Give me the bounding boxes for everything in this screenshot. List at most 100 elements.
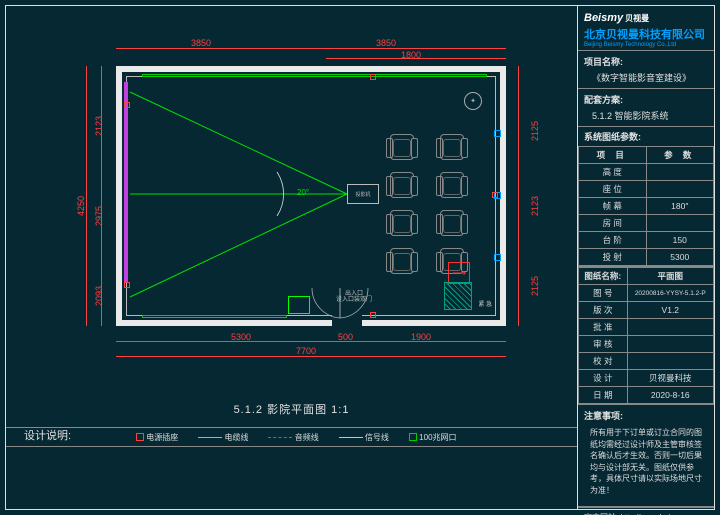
param-k: 高 度 [579, 164, 647, 181]
sheet-cell: 图纸名称:平面图 图 号20200816-YYSY-5.1.2-P 版 次V1.… [578, 267, 714, 405]
sheet-v: 20200816-YYSY-5.1.2-P [627, 285, 713, 302]
scheme-value: 5.1.2 智能影院系统 [584, 109, 708, 122]
param-v: 5300 [646, 249, 714, 266]
company-name-cn: 北京贝视曼科技有限公司 [584, 26, 708, 42]
notes-body: 所有用于下订单或订立合同的图纸均需经过设计师及主管审核签名确认后才生效。否则一切… [584, 422, 708, 502]
exit-sign-icon: ⟶ [448, 262, 470, 284]
notes-label: 注意事项: [584, 409, 708, 422]
params-table: 项 目参 数 高 度 座 位 帧 幕180″ 房 间 台 阶150 投 射530… [578, 146, 714, 266]
sheet-v [627, 336, 713, 353]
title-block: Beismy贝视曼 北京贝视曼科技有限公司 Beijing Beismy Tec… [577, 6, 714, 509]
outlet [124, 102, 130, 108]
sheet-v: 贝视曼科技 [627, 370, 713, 387]
outlet [370, 312, 376, 318]
sheet-k: 设 计 [579, 370, 628, 387]
param-k: 房 间 [579, 215, 647, 232]
legend-row: 电源插座 电缆线 音频线 信号线 100兆网口 [6, 427, 577, 447]
drawing-title: 5.1.2 影院平面图 1:1 [6, 401, 577, 417]
dim-top-b: 3850 [376, 38, 396, 48]
dim-bot-b: 500 [338, 332, 353, 342]
legend-signal: 信号线 [339, 432, 389, 443]
sheet-k: 批 准 [579, 319, 628, 336]
wall-clock-icon: ✦ [464, 92, 482, 110]
seat [440, 134, 464, 160]
seat [390, 248, 414, 274]
param-v: 180″ [646, 198, 714, 215]
projection-screen [124, 82, 128, 282]
logo-brand: Beismy [584, 12, 623, 24]
param-v: 150 [646, 232, 714, 249]
dim-right-b: 2123 [530, 196, 540, 216]
param-k: 帧 幕 [579, 198, 647, 215]
scheme-cell: 配套方案: 5.1.2 智能影院系统 [578, 89, 714, 127]
project-cell: 项目名称: 《数字智能影音室建设》 [578, 51, 714, 89]
logo-brand-cn: 贝视曼 [625, 14, 649, 23]
legend-audio: 音频线 [268, 432, 318, 443]
dim-left-a: 2123 [94, 116, 104, 136]
param-v [646, 164, 714, 181]
param-v [646, 215, 714, 232]
sheet-k: 日 期 [579, 387, 628, 404]
sheet-table: 图纸名称:平面图 图 号20200816-YYSY-5.1.2-P 版 次V1.… [578, 267, 714, 404]
sheet-v: 2020-8-16 [627, 387, 713, 404]
params-head-item: 项 目 [579, 147, 647, 164]
dim-bot-c: 1900 [411, 332, 431, 342]
drawing-area: 3850 3850 1800 4250 2123 2975 2093 2125 … [6, 6, 577, 509]
dim-line-right [518, 66, 519, 326]
project-value: 《数字智能影音室建设》 [584, 71, 708, 84]
params-label: 系统图纸参数: [578, 130, 714, 146]
param-k: 台 阶 [579, 232, 647, 249]
sheet-name-value: 平面图 [627, 268, 713, 285]
seat [440, 172, 464, 198]
notes-cell: 注意事项: 所有用于下订单或订立合同的图纸均需经过设计师及主管审核签名确认后才生… [578, 405, 714, 507]
hatch-label: 紧 急 [478, 299, 492, 308]
speaker-right-1 [494, 130, 501, 137]
dim-right-c: 2125 [530, 276, 540, 296]
beam-angle: 20° [297, 188, 309, 197]
rail-top [142, 74, 487, 77]
param-k: 投 射 [579, 249, 647, 266]
logo: Beismy贝视曼 [584, 12, 708, 24]
params-head-val: 参 数 [646, 147, 714, 164]
company-name-en: Beijing Beismy Technology Co.,Ltd [584, 42, 708, 48]
sheet-k: 审 核 [579, 336, 628, 353]
footer: 官方网站: http://www.beismy.com [578, 507, 714, 515]
param-k: 座 位 [579, 181, 647, 198]
params-cell: 系统图纸参数: 项 目参 数 高 度 座 位 帧 幕180″ 房 间 台 阶15… [578, 127, 714, 267]
sheet-k: 校 对 [579, 353, 628, 370]
dim-line-left [86, 66, 87, 326]
speaker-right-3 [494, 254, 501, 261]
scheme-label: 配套方案: [584, 93, 708, 106]
dim-top-a: 3850 [191, 38, 211, 48]
dim-bot-a: 5300 [231, 332, 251, 342]
sheet-name-label: 图纸名称: [579, 268, 628, 285]
outlet [492, 192, 498, 198]
dim-left-d: 2093 [94, 286, 104, 306]
sheet-v: V1.2 [627, 302, 713, 319]
drawing-frame: 3850 3850 1800 4250 2123 2975 2093 2125 … [5, 5, 715, 510]
seat [390, 172, 414, 198]
dim-top-c: 1800 [401, 50, 421, 60]
dim-left-c: 2975 [94, 206, 104, 226]
project-label: 项目名称: [584, 55, 708, 68]
dim-left-b: 4250 [76, 196, 86, 216]
floor-box [288, 296, 310, 314]
main-column: 3850 3850 1800 4250 2123 2975 2093 2125 … [6, 6, 577, 509]
title-block-header: Beismy贝视曼 北京贝视曼科技有限公司 Beijing Beismy Tec… [578, 6, 714, 51]
projector: 投影机 [347, 184, 379, 204]
seat [440, 210, 464, 236]
sheet-k: 图 号 [579, 285, 628, 302]
door-label: 出入口设入口装双门 [332, 291, 376, 304]
sheet-k: 版 次 [579, 302, 628, 319]
legend-outlet: 电源插座 [136, 432, 178, 443]
dim-line-bot1 [116, 341, 506, 342]
legend-net: 100兆网口 [409, 432, 457, 443]
sheet-v [627, 353, 713, 370]
rail-bottom-left [142, 315, 287, 318]
floor-hatch [444, 282, 472, 310]
outlet [370, 74, 376, 80]
param-v [646, 181, 714, 198]
dim-right-a: 2125 [530, 121, 540, 141]
room-outline: 20° 投影机 [116, 66, 506, 326]
dim-line-top [116, 48, 506, 49]
